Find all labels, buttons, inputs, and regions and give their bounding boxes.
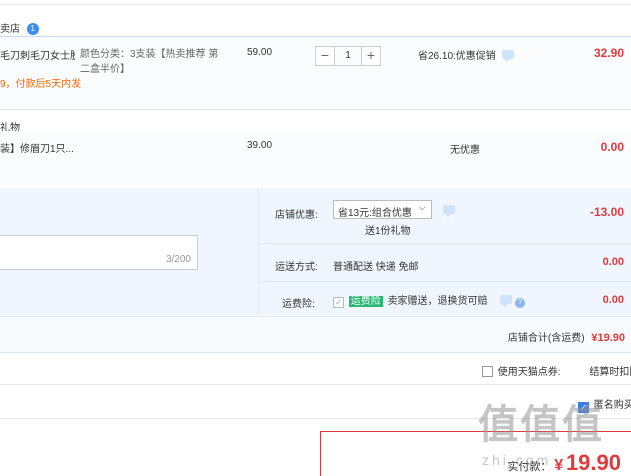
delivery-label: 运送方式: — [275, 262, 318, 273]
freight-ins-label: 运费险: — [282, 299, 315, 310]
freight-ins-tag: 运费险 — [348, 296, 383, 307]
shop-total-label: 店铺合计(含运费) — [507, 333, 585, 344]
item-subtotal: 0.00 — [600, 140, 624, 154]
freight-ins-value: 卖家赠送，退换货可赔 — [387, 296, 488, 307]
item-row-2: 装】修眉刀1只... 39.00 无优惠 0.00 — [0, 131, 631, 186]
shop-discount-selected: 省13元:组合优惠 — [338, 208, 412, 219]
item-divider — [0, 109, 631, 110]
row-divider — [258, 243, 631, 244]
watermark-domain: zhi.com — [482, 452, 552, 468]
quantity-input[interactable]: 1 — [335, 46, 361, 66]
chat-icon[interactable] — [500, 295, 513, 307]
shop-discount-sub: 送1份礼物 — [365, 226, 411, 237]
panel-divider — [258, 188, 259, 315]
shop-name[interactable]: 卖店 — [0, 24, 20, 35]
row-divider — [258, 281, 631, 282]
promo-label: 无优惠 — [450, 145, 480, 156]
shop-discount-amount: -13.00 — [589, 205, 624, 219]
note-counter: 3/200 — [165, 254, 191, 265]
unit-price: 39.00 — [247, 140, 273, 151]
delivery-value: 普通配送 快递 免邮 — [333, 262, 419, 273]
promo-label: 省26.10:优惠促销 — [418, 51, 496, 62]
final-amount: 19.90 — [565, 450, 621, 475]
item-title[interactable]: 毛刀刺毛刀女士脱... — [0, 47, 75, 62]
shop-badge-icon: 1 — [26, 23, 39, 35]
coupon-row: 使用天猫点券: 结算时扣除 — [482, 363, 631, 378]
coupon-right: 结算时扣除 — [589, 367, 631, 378]
delivery-amount: 0.00 — [602, 256, 624, 268]
unit-price: 59.00 — [247, 47, 273, 58]
coupon-divider — [0, 384, 631, 385]
item-subtotal: 32.90 — [593, 46, 624, 60]
quantity-decrease-button[interactable]: − — [315, 46, 335, 66]
top-divider — [0, 4, 631, 5]
chevron-down-icon: ⌵ — [418, 202, 426, 213]
final-currency: ¥ — [554, 457, 564, 474]
seller-note-textarea[interactable]: 3/200 — [0, 235, 198, 270]
order-options-panel: 3/200 店铺优惠: 省13元:组合优惠 ⌵ 送1份礼物 -13.00 运送方… — [0, 188, 631, 315]
chat-icon[interactable] — [501, 50, 514, 62]
checked-checkbox-icon[interactable]: ✓ — [333, 297, 344, 308]
shop-total-row: 店铺合计(含运费) ¥19.90 — [0, 316, 631, 353]
quantity-increase-button[interactable]: + — [361, 46, 381, 66]
shipping-note: 9，付款后5天内发 — [0, 79, 82, 90]
shop-total-amount: ¥19.90 — [591, 332, 625, 344]
shop-header: 卖店 1 — [0, 20, 39, 35]
shop-total: 店铺合计(含运费) ¥19.90 — [508, 329, 625, 344]
item-row-1: 毛刀刺毛刀女士脱... 9，付款后5天内发 颜色分类：3支装【热卖推荐 第二盒半… — [0, 37, 631, 109]
shop-discount-label: 店铺优惠: — [275, 210, 318, 221]
help-icon[interactable]: ? — [515, 298, 526, 308]
item-variant: 颜色分类：3支装【热卖推荐 第二盒半价】 — [80, 49, 219, 75]
chat-icon[interactable] — [443, 205, 455, 217]
coupon-label: 使用天猫点券: — [497, 367, 561, 378]
freight-ins-amount: 0.00 — [602, 294, 624, 306]
coupon-checkbox[interactable] — [482, 366, 493, 377]
watermark-logo: 值值值 — [478, 403, 604, 447]
item-title[interactable]: 装】修眉刀1只... — [0, 140, 74, 155]
freight-ins-row: ✓ 运费险 卖家赠送，退换货可赔 ? — [333, 292, 526, 308]
shop-discount-select[interactable]: 省13元:组合优惠 ⌵ — [333, 200, 432, 219]
promo-text: 省26.10:优惠促销 — [418, 47, 514, 62]
